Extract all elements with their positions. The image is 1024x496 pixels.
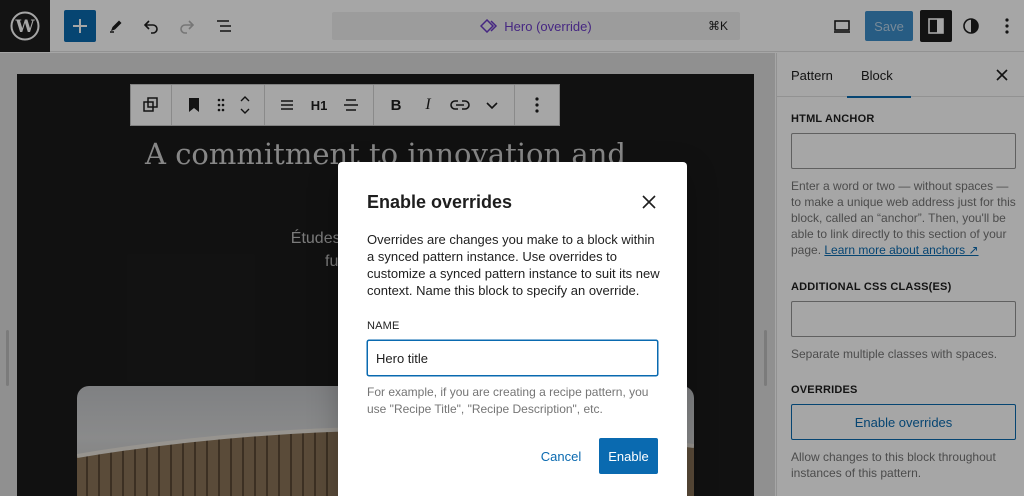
close-icon (642, 195, 656, 209)
modal-description: Overrides are changes you make to a bloc… (367, 232, 660, 298)
modal-close-button[interactable] (637, 190, 661, 214)
name-input[interactable] (367, 340, 658, 376)
enable-button[interactable]: Enable (599, 438, 658, 474)
modal-title: Enable overrides (367, 192, 513, 212)
name-field-help: For example, if you are creating a recip… (367, 385, 649, 416)
cancel-button[interactable]: Cancel (535, 438, 587, 474)
enable-overrides-modal: Enable overrides Overrides are changes y… (338, 162, 687, 496)
name-field-label: NAME (367, 320, 400, 332)
